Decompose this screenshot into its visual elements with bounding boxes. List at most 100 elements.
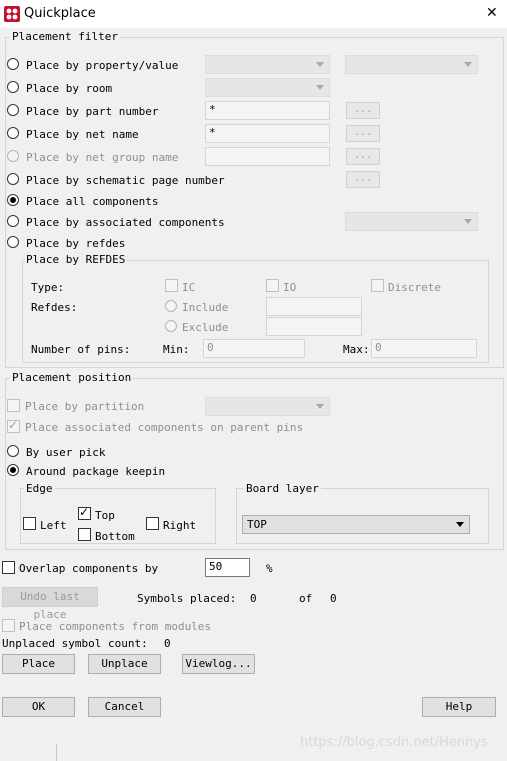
- watermark: https://blog.csdn.net/Hennys: [300, 735, 488, 750]
- from-modules-label: Place components from modules: [19, 620, 212, 633]
- placement-filter-label: Placement filter: [10, 30, 120, 43]
- ok-button[interactable]: OK: [2, 697, 75, 717]
- pins-label: Number of pins:: [31, 343, 131, 356]
- overlap-checkbox[interactable]: [2, 561, 15, 574]
- around-keepin-label: Around package keepin: [26, 465, 166, 478]
- viewlog-button[interactable]: Viewlog...: [182, 654, 255, 674]
- overlap-field[interactable]: 50: [205, 558, 250, 577]
- user-pick-label: By user pick: [26, 446, 106, 459]
- chevron-down-icon: [316, 62, 324, 67]
- label-property-value: Place by property/value: [26, 59, 179, 72]
- placement-position-label: Placement position: [10, 371, 134, 384]
- refdes-group-label: Place by REFDES: [24, 253, 128, 266]
- label-part-number: Place by part number: [26, 105, 159, 118]
- check-icon: ✓: [79, 505, 90, 519]
- board-layer-value: TOP: [247, 518, 267, 531]
- max-pins-field[interactable]: 0: [371, 339, 477, 358]
- label-room: Place by room: [26, 82, 113, 95]
- chevron-down-icon: [456, 522, 464, 527]
- help-button[interactable]: Help: [422, 697, 496, 717]
- chevron-down-icon: [464, 62, 472, 67]
- radio-net-name[interactable]: [7, 127, 19, 139]
- overlap-unit: %: [266, 562, 273, 575]
- include-label: Include: [182, 301, 229, 314]
- radio-user-pick[interactable]: [7, 445, 19, 457]
- radio-exclude[interactable]: [165, 320, 177, 332]
- chevron-down-icon: [316, 404, 324, 409]
- parent-pins-label: Place associated components on parent pi…: [25, 421, 304, 434]
- max-label: Max:: [343, 343, 370, 356]
- exclude-label: Exclude: [182, 321, 229, 334]
- radio-include[interactable]: [165, 300, 177, 312]
- partition-combo[interactable]: [205, 397, 330, 416]
- edge-top-label: Top: [95, 509, 115, 522]
- edge-left-checkbox[interactable]: [23, 517, 36, 530]
- part-number-field[interactable]: *: [205, 101, 330, 120]
- radio-net-group-name[interactable]: [7, 150, 19, 162]
- edge-top-checkbox[interactable]: ✓: [78, 505, 91, 520]
- status-divider: [56, 744, 57, 761]
- radio-part-number[interactable]: [7, 104, 19, 116]
- net-name-field[interactable]: *: [205, 124, 330, 143]
- overlap-label: Overlap components by: [19, 562, 159, 575]
- symbols-placed-label: Symbols placed:: [137, 592, 237, 605]
- type-discrete-label: Discrete: [388, 281, 441, 294]
- by-partition-checkbox[interactable]: [7, 399, 20, 412]
- label-schematic-page: Place by schematic page number: [26, 174, 225, 187]
- radio-property-value[interactable]: [7, 58, 19, 70]
- board-layer-label: Board layer: [244, 482, 321, 495]
- edge-label: Edge: [24, 482, 55, 495]
- by-partition-label: Place by partition: [25, 400, 145, 413]
- cancel-button[interactable]: Cancel: [88, 697, 161, 717]
- schematic-page-browse-button[interactable]: ...: [346, 171, 380, 188]
- window-title: Quickplace: [24, 6, 96, 21]
- type-label: Type:: [31, 281, 65, 294]
- check-icon: ✓: [8, 418, 19, 432]
- board-layer-combo[interactable]: TOP: [242, 515, 470, 534]
- edge-right-checkbox[interactable]: [146, 517, 159, 530]
- exclude-field[interactable]: [266, 317, 362, 336]
- net-name-browse-button[interactable]: ...: [346, 125, 380, 142]
- label-all-components: Place all components: [26, 195, 159, 208]
- undo-last-place-button[interactable]: Undo last place: [2, 587, 98, 621]
- part-number-browse-button[interactable]: ...: [346, 102, 380, 119]
- net-group-browse-button[interactable]: ...: [346, 148, 380, 165]
- type-io-checkbox[interactable]: [266, 279, 279, 292]
- place-button[interactable]: Place: [2, 654, 75, 674]
- include-field[interactable]: [266, 297, 362, 316]
- edge-bottom-label: Bottom: [95, 530, 135, 543]
- title-bar: Quickplace ✕: [0, 0, 507, 28]
- radio-room[interactable]: [7, 81, 19, 93]
- room-combo[interactable]: [205, 78, 330, 97]
- unplaced-count: 0: [164, 637, 171, 650]
- refdes-label: Refdes:: [31, 301, 78, 314]
- type-discrete-checkbox[interactable]: [371, 279, 384, 292]
- chevron-down-icon: [464, 219, 472, 224]
- property-combo[interactable]: [205, 55, 330, 74]
- label-associated-components: Place by associated components: [26, 216, 225, 229]
- app-logo-icon: [4, 6, 20, 22]
- edge-right-label: Right: [163, 519, 197, 532]
- radio-schematic-page[interactable]: [7, 173, 19, 185]
- parent-pins-checkbox[interactable]: ✓: [7, 418, 20, 433]
- unplace-button[interactable]: Unplace: [88, 654, 161, 674]
- edge-bottom-checkbox[interactable]: [78, 528, 91, 541]
- associated-combo[interactable]: [345, 212, 478, 231]
- edge-left-label: Left: [40, 519, 67, 532]
- close-icon[interactable]: ✕: [486, 5, 498, 21]
- from-modules-checkbox[interactable]: [2, 619, 15, 632]
- symbols-of-label: of: [299, 592, 313, 605]
- type-ic-label: IC: [182, 281, 196, 294]
- label-net-name: Place by net name: [26, 128, 139, 141]
- symbols-total: 0: [330, 592, 337, 605]
- value-combo[interactable]: [345, 55, 478, 74]
- net-group-name-field[interactable]: [205, 147, 330, 166]
- radio-around-keepin[interactable]: [7, 464, 19, 476]
- symbols-placed-count: 0: [250, 592, 257, 605]
- radio-associated-components[interactable]: [7, 215, 19, 227]
- chevron-down-icon: [316, 85, 324, 90]
- radio-refdes[interactable]: [7, 236, 19, 248]
- radio-all-components[interactable]: [7, 194, 19, 206]
- min-pins-field[interactable]: 0: [203, 339, 305, 358]
- type-ic-checkbox[interactable]: [165, 279, 178, 292]
